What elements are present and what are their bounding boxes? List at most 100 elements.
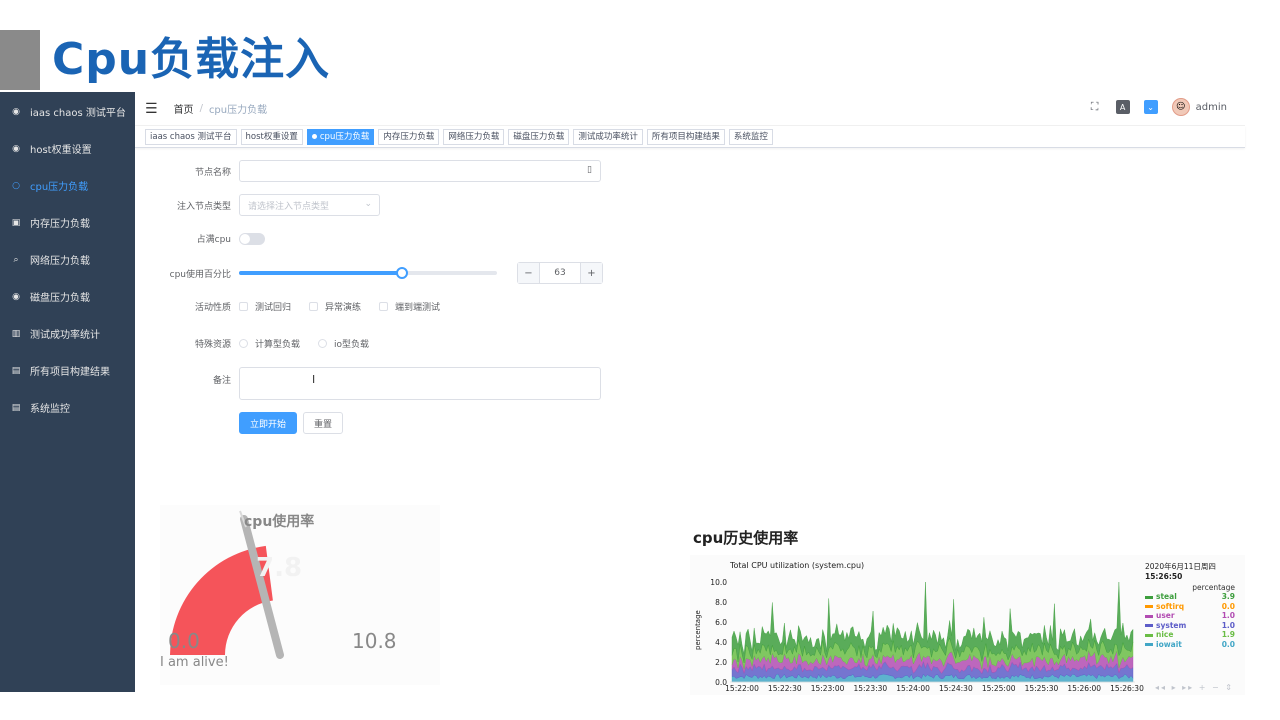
chart-controls[interactable]: ◂◂ ▸ ▸▸ + − ⇕ [1155, 683, 1234, 692]
x-tick-label: 15:24:30 [939, 684, 973, 693]
history-chart: Total CPU utilization (system.cpu) 10.0 8… [690, 555, 1245, 695]
x-tick-label: 15:24:00 [896, 684, 930, 693]
sidebar-item[interactable]: ○ cpu压力负载 [0, 167, 135, 204]
slide-title: Cpu负载注入 [52, 34, 331, 85]
reset-button[interactable]: 重置 [303, 412, 344, 434]
legend-series-value: 1.0 [1221, 611, 1235, 620]
sidebar-item[interactable]: ▥ 测试成功率统计 [0, 315, 135, 352]
radio-label: io型负载 [334, 340, 370, 350]
decrement-button[interactable]: − [518, 263, 539, 283]
activity-row: 活动性质 测试回归 异常演练 端到端测试 [135, 300, 458, 313]
legend-series-name: user [1145, 611, 1175, 621]
y-tick-label: 2.0 [715, 658, 727, 667]
tag-item[interactable]: 磁盘压力负载 [508, 128, 570, 145]
checkbox-box[interactable] [309, 302, 319, 311]
sidebar-item-label: host权重设置 [30, 145, 92, 156]
breadcrumb-home[interactable]: 首页 [174, 101, 194, 116]
resource-radio[interactable]: 计算型负载 [239, 337, 300, 350]
history-svg: 10.08.06.04.02.00.0percentage15:22:00 15:… [694, 578, 1144, 693]
remark-row: 备注 I [135, 367, 601, 400]
radio-circle[interactable] [239, 339, 248, 348]
sidebar-item[interactable]: ▣ 内存压力负载 [0, 204, 135, 241]
fullscreen-icon[interactable]: ⛶ [1088, 100, 1102, 114]
hamburger-icon[interactable]: ☰ [145, 101, 158, 117]
checkbox-box[interactable] [379, 302, 389, 311]
sidebar-item[interactable]: ◉ host权重设置 [0, 130, 135, 167]
activity-options: 测试回归 异常演练 端到端测试 [239, 300, 458, 313]
sidebar-item[interactable]: ⌕ 网络压力负载 [0, 241, 135, 278]
checkbox-box[interactable] [239, 302, 248, 311]
activity-checkbox[interactable]: 异常演练 [309, 300, 361, 313]
radio-circle[interactable] [318, 339, 328, 348]
avatar[interactable]: ☺ [1171, 98, 1190, 116]
cpu-percent-slider[interactable] [239, 267, 497, 279]
tag-item[interactable]: 测试成功率统计 [573, 128, 643, 145]
tag-item[interactable]: 网络压力负载 [443, 128, 505, 145]
stepper-value[interactable]: 63 [539, 263, 581, 283]
resource-options: 计算型负载 io型负载 [239, 337, 387, 350]
legend-row: softirq 0.0 [1145, 602, 1235, 612]
font-size-icon[interactable]: A [1115, 100, 1130, 114]
legend-unit: percentage [1192, 583, 1235, 592]
activity-checkbox[interactable]: 测试回归 [239, 300, 291, 313]
legend-series-value: 0.0 [1221, 601, 1235, 611]
resource-label: 特殊资源 [194, 340, 231, 350]
node-type-placeholder: 请选择注入节点类型 [248, 201, 330, 212]
tag-item[interactable]: 所有项目构建结果 [646, 128, 725, 145]
sidebar-item-label: 网络压力负载 [30, 256, 90, 267]
navbar-right: ⛶ A ⌄ ☺ admin [1088, 98, 1227, 116]
document-icon: ▤ [11, 365, 21, 376]
slider-handle[interactable] [395, 267, 408, 279]
activity-checkbox[interactable]: 端到端测试 [379, 300, 440, 313]
sidebar-item[interactable]: ▤ 所有项目构建结果 [0, 352, 135, 389]
dashboard-icon: ◉ [12, 106, 20, 117]
checkbox-label: 端到端测试 [395, 303, 441, 313]
activity-label: 活动性质 [194, 303, 231, 313]
username[interactable]: admin [1196, 102, 1227, 113]
slide-header: Cpu负载注入 [0, 30, 330, 90]
legend-series-name: steal [1145, 592, 1177, 602]
text-cursor-icon: I [312, 373, 316, 386]
sidebar-item[interactable]: ◉ 磁盘压力负载 [0, 278, 135, 315]
y-tick-label: 8.0 [715, 598, 727, 607]
node-type-label: 注入节点类型 [176, 201, 231, 212]
full-cpu-switch[interactable] [239, 232, 265, 245]
increment-button[interactable]: + [581, 263, 602, 283]
gauge-title: cpu使用率 [244, 514, 315, 530]
x-tick-label: 15:26:30 [1110, 684, 1144, 693]
chevron-down-icon: ⌄ [364, 199, 372, 209]
node-name-input[interactable]: ▯ [239, 160, 601, 182]
language-icon[interactable]: ⌄ [1143, 100, 1158, 114]
resource-radio[interactable]: io型负载 [318, 337, 369, 350]
tag-item[interactable]: host权重设置 [240, 128, 303, 145]
legend-series-value: 3.9 [1221, 592, 1235, 601]
sidebar-item[interactable]: ▤ 系统监控 [0, 389, 135, 426]
navbar: ☰ 首页 / cpu压力负载 ⛶ A ⌄ ☺ admin [135, 92, 1245, 126]
y-tick-label: 10.0 [710, 578, 727, 587]
legend-date: 2020年6月11日周四 [1145, 562, 1216, 571]
breadcrumb-separator: / [199, 103, 203, 114]
tag-item[interactable]: 内存压力负载 [378, 128, 440, 145]
legend-series-name: nice [1145, 630, 1173, 640]
x-tick-label: 15:23:30 [853, 684, 887, 693]
x-tick-label: 15:26:00 [1067, 684, 1101, 693]
chart-legend: 2020年6月11日周四 15:26:50 percentage steal 3.… [1145, 561, 1235, 649]
sidebar-item-label: 系统监控 [30, 404, 70, 415]
tag-item[interactable]: iaas chaos 测试平台 [145, 128, 237, 145]
legend-series-name: softirq [1145, 602, 1184, 612]
circle-icon: ○ [12, 180, 20, 191]
tags-view: iaas chaos 测试平台 host权重设置 cpu压力负载 内存压力负载 网络压力… [135, 126, 1245, 148]
legend-series-name: iowait [1145, 640, 1182, 650]
search-icon: ⌕ [13, 254, 19, 265]
sidebar-item[interactable]: ◉ iaas chaos 测试平台 [0, 93, 135, 130]
sidebar-item-label: 磁盘压力负载 [30, 293, 90, 304]
checkbox-label: 测试回归 [255, 303, 292, 313]
node-name-label: 节点名称 [194, 167, 231, 178]
submit-button[interactable]: 立即开始 [239, 412, 298, 434]
tag-item[interactable]: 系统监控 [728, 128, 773, 145]
legend-series-value: 0.0 [1221, 639, 1235, 649]
remark-textarea[interactable]: I [239, 367, 601, 400]
tag-item[interactable]: cpu压力负载 [306, 128, 375, 145]
gauge-min: 0.0 [168, 629, 200, 653]
node-type-select[interactable]: 请选择注入节点类型 ⌄ [239, 194, 380, 216]
